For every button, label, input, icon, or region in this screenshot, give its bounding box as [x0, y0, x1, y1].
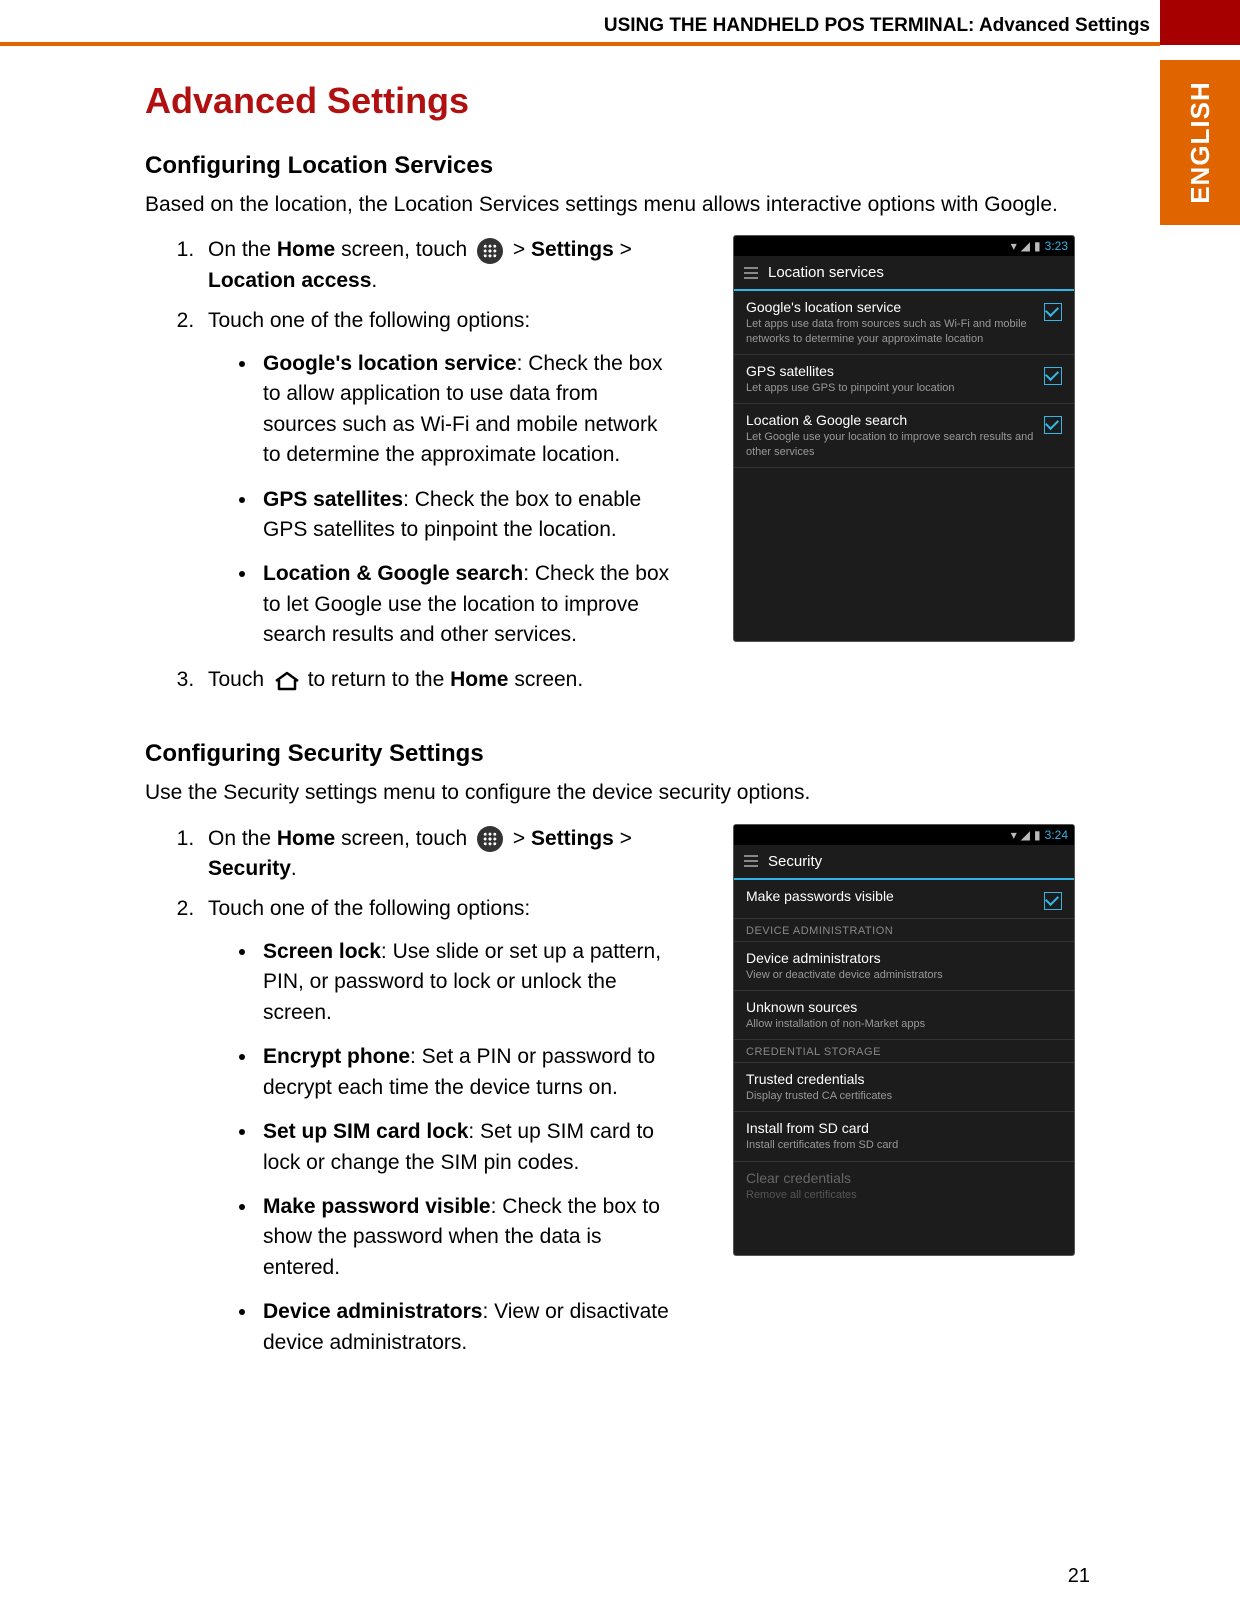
screenshot-row: Google's location service Let apps use d…: [734, 291, 1074, 355]
bullet-item: Google's location service: Check the box…: [258, 349, 675, 471]
apps-grid-icon: [477, 238, 503, 264]
bullet-item: Location & Google search: Check the box …: [258, 559, 675, 650]
checkbox-checked-icon: [1044, 416, 1062, 434]
page-number: 21: [0, 1565, 1090, 1588]
step-item: Touch one of the following options: Goog…: [200, 306, 675, 650]
screenshot-titlebar: Location services: [734, 256, 1074, 291]
screenshot-row: Trusted credentials Display trusted CA c…: [734, 1063, 1074, 1112]
bullet-item: Set up SIM card lock: Set up SIM card to…: [258, 1117, 675, 1178]
page-title: Advanced Settings: [145, 80, 1075, 122]
bullet-item: Screen lock: Use slide or set up a patte…: [258, 937, 675, 1028]
checkbox-checked-icon: [1044, 367, 1062, 385]
screenshot-status-bar: ▾ ◢ ▮ 3:24: [734, 825, 1074, 845]
section-heading-security: Configuring Security Settings: [145, 740, 1075, 768]
screenshot-row: Install from SD card Install certificate…: [734, 1112, 1074, 1161]
screenshot-location-services: ▾ ◢ ▮ 3:23 Location services Google's lo…: [733, 235, 1075, 642]
section-intro: Based on the location, the Location Serv…: [145, 190, 1075, 220]
row-subtitle: Display trusted CA certificates: [746, 1089, 1062, 1103]
screenshot-row: Location & Google search Let Google use …: [734, 404, 1074, 468]
status-time: 3:24: [1045, 828, 1068, 842]
step-item: Touch one of the following options: Scre…: [200, 894, 675, 1358]
header-rule: [0, 42, 1160, 46]
settings-sliders-icon: [744, 853, 760, 869]
row-title: Clear credentials: [746, 1170, 1062, 1186]
row-subtitle: Install certificates from SD card: [746, 1138, 1062, 1152]
row-title: Device administrators: [746, 950, 1062, 966]
wifi-icon: ▾: [1011, 239, 1017, 253]
screenshot-titlebar: Security: [734, 845, 1074, 880]
row-title: Unknown sources: [746, 999, 1062, 1015]
screenshot-title: Security: [768, 853, 822, 870]
checkbox-checked-icon: [1044, 892, 1062, 910]
row-subtitle: View or deactivate device administrators: [746, 968, 1062, 982]
header-accent-block: [1160, 0, 1240, 45]
row-title: Google's location service: [746, 299, 1036, 315]
step-item: On the Home screen, touch > Settings > S…: [200, 824, 675, 885]
language-tab: ENGLISH: [1160, 60, 1240, 225]
row-subtitle: Let apps use data from sources such as W…: [746, 317, 1036, 346]
home-outline-icon: [274, 671, 298, 689]
language-tab-label: ENGLISH: [1185, 81, 1216, 204]
row-title: Trusted credentials: [746, 1071, 1062, 1087]
screenshot-section-header: DEVICE ADMINISTRATION: [734, 919, 1074, 942]
checkbox-checked-icon: [1044, 303, 1062, 321]
bullet-item: Make password visible: Check the box to …: [258, 1192, 675, 1283]
step-item: Touch to return to the Home screen.: [200, 665, 988, 695]
signal-icon: ◢: [1021, 239, 1030, 253]
settings-sliders-icon: [744, 265, 760, 281]
row-subtitle: Let Google use your location to improve …: [746, 430, 1036, 459]
running-header: USING THE HANDHELD POS TERMINAL: Advance…: [0, 15, 1160, 37]
row-subtitle: Allow installation of non-Market apps: [746, 1017, 1062, 1031]
bullet-item: GPS satellites: Check the box to enable …: [258, 485, 675, 546]
screenshot-row: Device administrators View or deactivate…: [734, 942, 1074, 991]
bullet-item: Device administrators: View or disactiva…: [258, 1297, 675, 1358]
status-time: 3:23: [1045, 239, 1068, 253]
row-title: GPS satellites: [746, 363, 1036, 379]
row-title: Location & Google search: [746, 412, 1036, 428]
screenshot-row: Unknown sources Allow installation of no…: [734, 991, 1074, 1040]
screenshot-row-disabled: Clear credentials Remove all certificate…: [734, 1162, 1074, 1210]
apps-grid-icon: [477, 826, 503, 852]
screenshot-row: GPS satellites Let apps use GPS to pinpo…: [734, 355, 1074, 404]
screenshot-row: Make passwords visible: [734, 880, 1074, 919]
row-subtitle: Let apps use GPS to pinpoint your locati…: [746, 381, 1036, 395]
signal-icon: ◢: [1021, 828, 1030, 842]
screenshot-status-bar: ▾ ◢ ▮ 3:23: [734, 236, 1074, 256]
row-title: Install from SD card: [746, 1120, 1062, 1136]
bullet-item: Encrypt phone: Set a PIN or password to …: [258, 1042, 675, 1103]
wifi-icon: ▾: [1011, 828, 1017, 842]
battery-icon: ▮: [1034, 239, 1041, 253]
battery-icon: ▮: [1034, 828, 1041, 842]
row-subtitle: Remove all certificates: [746, 1188, 1062, 1202]
screenshot-section-header: CREDENTIAL STORAGE: [734, 1040, 1074, 1063]
step-item: On the Home screen, touch > Settings > L…: [200, 235, 675, 296]
screenshot-title: Location services: [768, 264, 884, 281]
section-intro: Use the Security settings menu to config…: [145, 778, 1075, 808]
section-heading-location: Configuring Location Services: [145, 152, 1075, 180]
screenshot-security: ▾ ◢ ▮ 3:24 Security Make passwords visib…: [733, 824, 1075, 1256]
row-title: Make passwords visible: [746, 888, 1036, 904]
